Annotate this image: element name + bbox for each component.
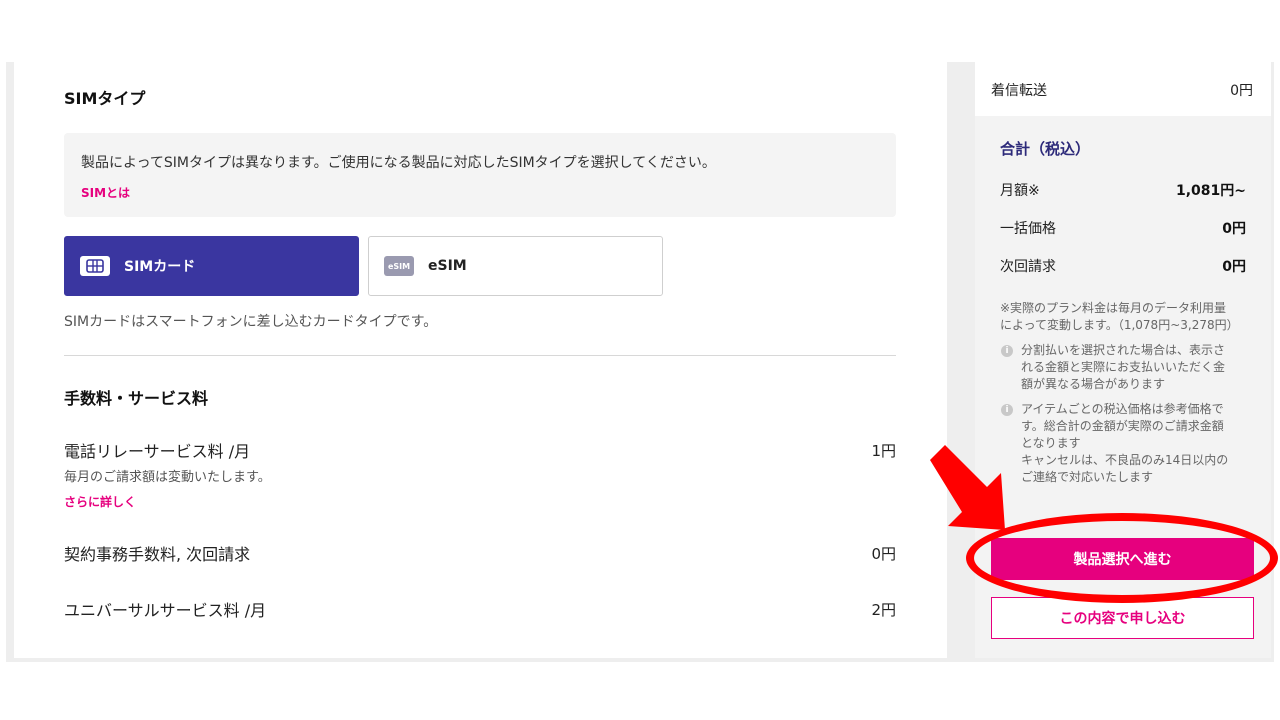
lump-sum-value: 0円 [1222,221,1246,237]
call-forward-row: 着信転送 0円 [975,62,1271,116]
monthly-value: 1,081円~ [1175,183,1246,199]
fee-item-note: 毎月のご請求額は変動いたします。 [64,470,271,485]
fee-item-name: 電話リレーサービス料 /月 [64,442,251,461]
next-bill-value: 0円 [1222,259,1246,275]
proceed-to-product-selection-button[interactable]: 製品選択へ進む [991,538,1254,580]
esim-option-label: eSIM [428,258,467,274]
esim-icon: eSIM [384,256,414,276]
esim-option-button[interactable]: eSIM eSIM [368,236,663,296]
sim-type-description: SIMカードはスマートフォンに差し込むカードタイプです。 [64,314,438,330]
more-details-link[interactable]: さらに詳しく [64,493,136,510]
total-heading: 合計（税込） [1000,140,1091,158]
monthly-label: 月額※ [1000,183,1040,199]
what-is-sim-link[interactable]: SIMとは [81,184,130,201]
sim-card-option-button[interactable]: SIMカード [64,236,359,296]
lump-sum-label: 一括価格 [1000,221,1056,237]
section-divider [64,355,896,356]
call-forward-value: 0円 [1230,83,1253,99]
installment-note: 分割払いを選択された場合は、表示さ れる金額と実際にお支払いいただく金 額が異な… [1021,343,1226,391]
info-icon: i [1001,404,1013,416]
fees-heading: 手数料・サービス料 [64,389,209,408]
fee-item-name: 契約事務手数料, 次回請求 [64,545,251,564]
price-note: ※実際のプラン料金は毎月のデータ利用量 によって変動します。（1,078円~3,… [1000,301,1239,332]
info-icon: i [1001,345,1013,357]
apply-with-this-content-button[interactable]: この内容で申し込む [991,597,1254,639]
call-forward-label: 着信転送 [991,83,1047,99]
sim-card-icon [80,256,110,276]
sim-info-box: 製品によってSIMタイプは異なります。ご使用になる製品に対応したSIMタイプを選… [64,133,896,217]
fee-item-name: ユニバーサルサービス料 /月 [64,601,267,620]
sim-info-text: 製品によってSIMタイプは異なります。ご使用になる製品に対応したSIMタイプを選… [81,155,716,171]
fee-item-price: 2円 [871,601,896,619]
next-bill-label: 次回請求 [1000,259,1056,275]
fee-item-price: 1円 [871,442,896,460]
sim-type-heading: SIMタイプ [64,89,146,108]
tax-price-note: アイテムごとの税込価格は参考価格で す。総合計の金額が実際のご請求金額 となりま… [1021,402,1229,484]
fee-item-price: 0円 [871,545,896,563]
sim-card-option-label: SIMカード [124,259,196,275]
